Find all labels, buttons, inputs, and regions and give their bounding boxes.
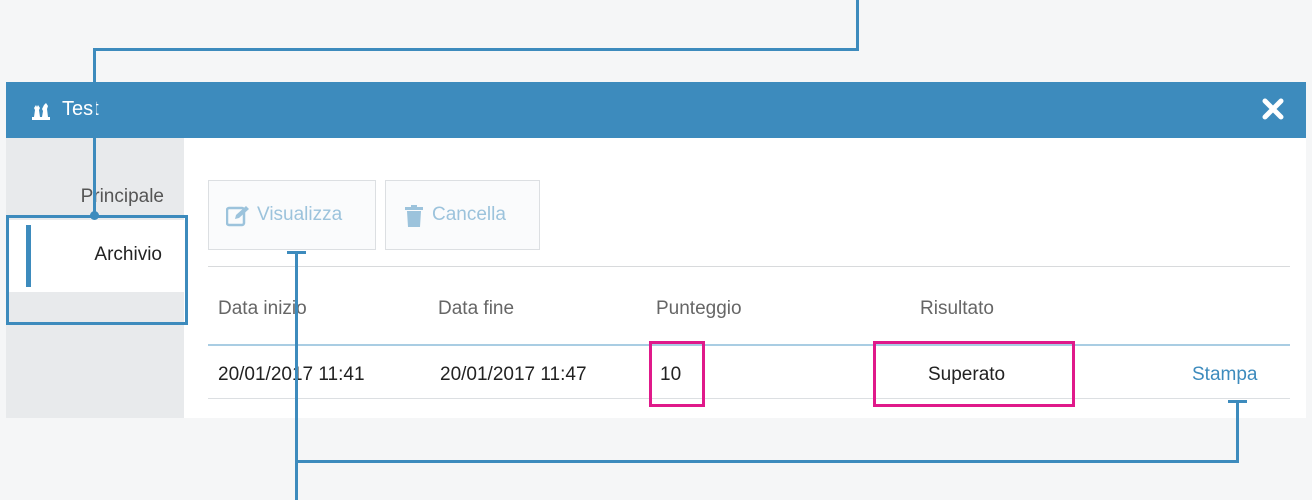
chess-pieces-icon — [32, 103, 50, 120]
callout-line-print — [1236, 401, 1239, 463]
delete-button-label: Cancella — [432, 204, 506, 225]
column-header-end[interactable]: Data fine — [438, 298, 514, 320]
archivio-highlight-box — [6, 215, 188, 325]
score-highlight-box — [649, 341, 705, 407]
cell-end-date: 20/01/2017 11:47 — [440, 364, 587, 385]
view-button[interactable]: Visualizza — [208, 180, 376, 250]
row-divider — [208, 398, 1290, 399]
view-button-label: Visualizza — [257, 204, 343, 225]
result-highlight-box — [873, 341, 1075, 407]
cell-start-date: 20/01/2017 11:41 — [218, 364, 365, 385]
callout-dot — [90, 211, 99, 220]
callout-line-bottom — [295, 460, 1239, 463]
callout-line-top — [93, 48, 859, 51]
callout-line-archivio — [93, 50, 96, 215]
edit-icon — [226, 206, 249, 227]
screenshot-stage: Test Principale Archivio Visualizza Canc… — [0, 0, 1312, 500]
column-header-score[interactable]: Punteggio — [656, 298, 742, 320]
header-divider — [208, 344, 1290, 346]
callout-line-up — [856, 0, 859, 51]
column-header-result[interactable]: Risultato — [920, 298, 994, 320]
title-bar: Test — [6, 82, 1306, 138]
trash-icon — [405, 205, 423, 227]
delete-button[interactable]: Cancella — [385, 180, 540, 250]
print-link[interactable]: Stampa — [1192, 364, 1257, 386]
callout-tick-view — [287, 251, 306, 254]
close-icon[interactable] — [1258, 94, 1288, 124]
toolbar-divider — [208, 266, 1290, 267]
column-header-start[interactable]: Data inizio — [218, 298, 307, 320]
callout-tick-print — [1228, 400, 1247, 403]
